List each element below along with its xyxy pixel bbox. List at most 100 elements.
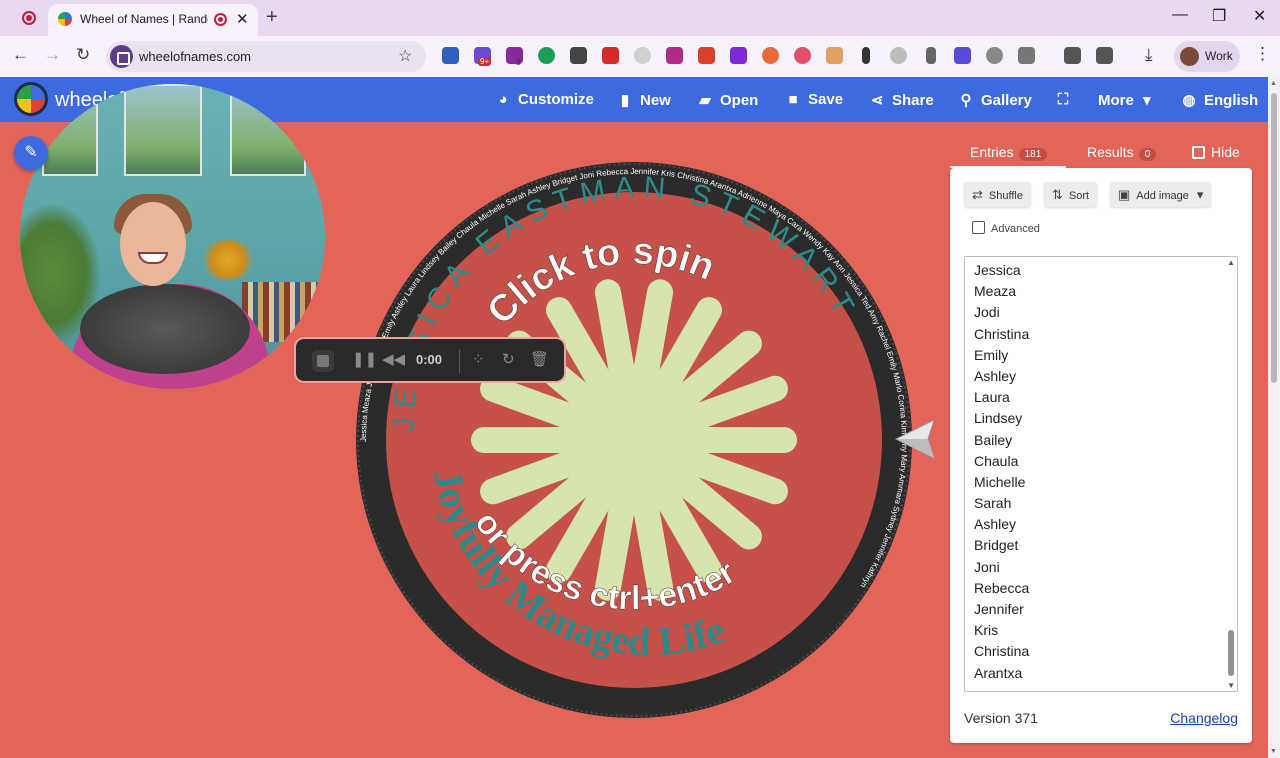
extension-mic-icon[interactable] — [926, 47, 936, 64]
extension-w-icon[interactable] — [634, 47, 651, 64]
menu-label: Gallery — [981, 92, 1032, 109]
extension-circle-icon[interactable] — [986, 47, 1003, 64]
hide-checkbox[interactable] — [1192, 146, 1205, 159]
hide-toggle[interactable]: Hide — [1192, 144, 1240, 160]
profile-button[interactable]: Work — [1174, 41, 1240, 72]
reload-icon[interactable]: ↻ — [76, 45, 90, 65]
menu-new[interactable]: ▮ New — [616, 91, 671, 109]
share-icon: ⋖ — [870, 92, 884, 109]
scroll-down-icon[interactable]: ▼ — [1227, 681, 1235, 690]
avatar — [1180, 47, 1199, 66]
performance-icon[interactable] — [1064, 47, 1081, 64]
browser-tab-bar: Wheel of Names | Random ✕ + — ❐ ✕ — [0, 0, 1280, 36]
extension-megaphone-icon[interactable] — [698, 47, 715, 64]
menu-language[interactable]: ◍ English — [1180, 91, 1258, 109]
list-item: Bailey — [974, 431, 1013, 448]
browser-tab-wheel-of-names[interactable]: Wheel of Names | Random ✕ — [48, 4, 258, 36]
new-tab-plus-icon[interactable]: + — [266, 6, 278, 29]
extension-asana-icon[interactable] — [794, 47, 811, 64]
sort-label: Sort — [1068, 190, 1090, 202]
menu-share[interactable]: ⋖ Share — [868, 91, 934, 109]
pause-icon[interactable]: ❚❚ — [352, 350, 377, 368]
extension-bitwarden-icon[interactable] — [442, 47, 459, 64]
list-item: Jessica — [974, 262, 1021, 278]
grid-icon[interactable]: ⁘ — [472, 350, 485, 368]
recording-controls: ❚❚ ◀◀ 0:00 ⁘ ↻ 🗑 — [294, 337, 566, 383]
extension-hubspot-icon[interactable] — [762, 47, 779, 64]
list-item: Christina — [974, 325, 1030, 342]
list-item: Rebecca — [974, 579, 1030, 596]
address-bar[interactable]: wheelofnames.com ☆ — [106, 41, 426, 72]
extension-badge: 9+ — [478, 57, 492, 66]
menu-more[interactable]: More ▾ — [1098, 91, 1156, 109]
extension-heart-icon[interactable] — [730, 47, 747, 64]
extensions-puzzle-icon[interactable] — [1018, 47, 1035, 64]
page-scroll-up-icon[interactable]: ▲ — [1270, 80, 1277, 87]
chevron-down-icon: ▾ — [1196, 187, 1204, 202]
wall-canvas-center — [124, 84, 202, 176]
tab-results[interactable]: Results 0 — [1087, 144, 1157, 161]
back-arrow-icon[interactable]: ← — [12, 45, 29, 65]
stop-record-button[interactable] — [312, 350, 334, 372]
entries-list: Jessica Meaza Jodi Christina Emily Ashley Laur… — [974, 260, 1029, 684]
bookmark-star-icon[interactable]: ☆ — [398, 46, 412, 66]
browser-toolbar: ← → ↻ wheelofnames.com ☆ 9+ 3 ⤓ Work ⋮ — [0, 36, 1280, 77]
advanced-checkbox[interactable] — [972, 221, 985, 234]
browser-menu-icon[interactable]: ⋮ — [1254, 44, 1271, 64]
extension-calendar-icon[interactable] — [954, 47, 971, 64]
extension-108-icon[interactable] — [826, 47, 843, 64]
advanced-toggle[interactable]: Advanced — [972, 221, 1040, 235]
page-scrollbar-thumb[interactable] — [1271, 93, 1277, 383]
extension-youtube-icon[interactable] — [602, 47, 619, 64]
extension-comment-icon[interactable] — [890, 47, 907, 64]
close-window-icon[interactable]: ✕ — [1253, 6, 1266, 26]
forward-arrow-icon[interactable]: → — [44, 45, 61, 65]
add-image-button[interactable]: ▣ Add image ▾ — [1110, 182, 1212, 207]
profile-label: Work — [1205, 49, 1233, 63]
menu-gallery[interactable]: ⚲ Gallery — [957, 91, 1032, 109]
maximize-icon[interactable]: ❐ — [1212, 6, 1226, 26]
tab-entries[interactable]: Entries 181 — [950, 144, 1066, 168]
hide-label: Hide — [1211, 144, 1240, 160]
webcam-overlay[interactable] — [20, 84, 325, 389]
entries-textarea[interactable]: Jessica Meaza Jodi Christina Emily Ashley Laur… — [964, 256, 1238, 692]
list-item: Ashley — [974, 367, 1017, 384]
tab-close-icon[interactable]: ✕ — [236, 10, 249, 28]
minimize-icon[interactable]: — — [1172, 6, 1188, 24]
site-info-icon[interactable] — [110, 45, 133, 68]
fullscreen-icon: ⛶ — [1057, 91, 1069, 108]
list-item: Chaula — [974, 452, 1019, 469]
extension-dots-icon[interactable] — [862, 47, 870, 64]
add-image-label: Add image — [1136, 190, 1189, 202]
sort-button[interactable]: ⇅ Sort — [1044, 182, 1098, 207]
tab-entries-label: Entries — [970, 144, 1014, 160]
download-icon[interactable]: ⤓ — [1145, 45, 1153, 65]
extension-edit-icon[interactable] — [570, 47, 587, 64]
spin-wheel[interactable]: Jessica Meaza Jodi Christina Emily Ashle… — [354, 162, 914, 722]
wheel-pointer-icon — [894, 419, 935, 459]
tab-search-icon[interactable] — [1096, 47, 1113, 64]
shuffle-button[interactable]: ⇄ Shuffle — [964, 182, 1031, 207]
version-text: Version 371 — [964, 710, 1038, 726]
extension-a-icon[interactable] — [666, 47, 683, 64]
menu-label: More — [1098, 92, 1134, 109]
changelog-link[interactable]: Changelog — [1170, 710, 1238, 726]
scroll-up-icon[interactable]: ▲ — [1227, 258, 1235, 267]
extension-grammarly-icon[interactable] — [538, 47, 555, 64]
menu-fullscreen[interactable]: ⛶ — [1054, 91, 1078, 108]
menu-open[interactable]: ▰ Open — [696, 91, 758, 109]
page-scrollbar[interactable]: ▲ ▼ — [1268, 77, 1280, 758]
list-item: Joni — [974, 558, 1000, 575]
menu-customize[interactable]: ◕ Customize — [494, 91, 593, 108]
trash-icon[interactable]: 🗑 — [530, 350, 549, 368]
list-item: Michelle — [974, 473, 1026, 490]
recording-indicator-icon[interactable] — [22, 11, 36, 25]
edit-pen-icon[interactable]: ✎ — [14, 136, 48, 170]
entries-count-badge: 181 — [1018, 148, 1048, 161]
list-item: Kris — [974, 622, 999, 639]
restart-icon[interactable]: ↻ — [502, 350, 515, 368]
page-scroll-down-icon[interactable]: ▼ — [1270, 748, 1277, 755]
entries-scrollbar-thumb[interactable] — [1228, 630, 1234, 676]
rewind-icon[interactable]: ◀◀ — [382, 350, 405, 368]
menu-save[interactable]: ■ Save — [784, 91, 843, 108]
